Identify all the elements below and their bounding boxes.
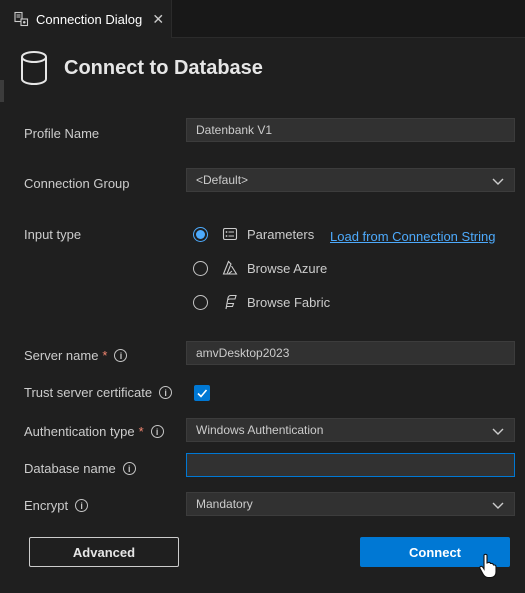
server-name-label: Server name * i xyxy=(24,348,128,363)
radio-option-parameters[interactable]: Parameters xyxy=(193,226,314,242)
encrypt-label: Encrypt i xyxy=(24,498,89,513)
encrypt-label-text: Encrypt xyxy=(24,498,69,513)
info-icon[interactable]: i xyxy=(75,499,89,512)
parameters-icon xyxy=(222,226,238,242)
database-icon xyxy=(21,51,47,85)
server-name-label-text: Server name xyxy=(24,348,99,363)
dialog-header: Connect to Database xyxy=(18,50,263,86)
profile-name-label: Profile Name xyxy=(24,126,99,141)
editor-tab-bar: Connection Dialog ✕ xyxy=(0,0,525,38)
info-icon[interactable]: i xyxy=(150,425,164,438)
connection-group-select[interactable]: <Default> xyxy=(186,168,515,192)
left-gutter xyxy=(0,38,4,593)
database-name-input[interactable] xyxy=(186,453,515,477)
fabric-icon xyxy=(222,294,238,310)
profile-name-input[interactable]: Datenbank V1 xyxy=(186,118,515,142)
info-icon[interactable]: i xyxy=(122,462,136,475)
info-icon[interactable]: i xyxy=(114,349,128,362)
connection-dialog-icon xyxy=(13,11,29,27)
server-name-value: amvDesktop2023 xyxy=(196,346,290,360)
close-icon[interactable]: ✕ xyxy=(150,11,166,28)
radio-button-browse-azure[interactable] xyxy=(193,260,208,276)
authentication-type-value: Windows Authentication xyxy=(196,423,324,437)
chevron-down-icon xyxy=(492,502,504,509)
hand-cursor-icon xyxy=(479,553,497,579)
input-type-label: Input type xyxy=(24,227,81,242)
connection-group-value: <Default> xyxy=(196,173,249,187)
radio-button-parameters[interactable] xyxy=(193,226,208,242)
connection-group-label: Connection Group xyxy=(24,176,130,191)
input-type-label-text: Input type xyxy=(24,227,82,242)
trust-server-certificate-label-text: Trust server certificate xyxy=(24,385,153,400)
radio-label-browse-fabric: Browse Fabric xyxy=(247,294,331,310)
chevron-down-icon xyxy=(492,428,504,435)
server-name-input[interactable]: amvDesktop2023 xyxy=(186,341,515,365)
page-title: Connect to Database xyxy=(64,56,263,79)
profile-name-label-text: Profile Name xyxy=(24,126,100,141)
encrypt-select[interactable]: Mandatory xyxy=(186,492,515,516)
gutter-marker xyxy=(0,80,4,102)
authentication-type-label: Authentication type * i xyxy=(24,424,164,439)
authentication-type-label-text: Authentication type xyxy=(24,424,135,439)
tab-title: Connection Dialog xyxy=(36,11,143,27)
advanced-button[interactable]: Advanced xyxy=(29,537,179,567)
trust-server-certificate-label: Trust server certificate i xyxy=(24,385,173,400)
load-from-connection-string-link[interactable]: Load from Connection String xyxy=(330,229,495,244)
database-name-label-text: Database name xyxy=(24,461,116,476)
azure-icon xyxy=(222,260,238,276)
chevron-down-icon xyxy=(492,178,504,185)
tab-connection-dialog[interactable]: Connection Dialog ✕ xyxy=(0,0,172,38)
radio-option-browse-azure[interactable]: Browse Azure xyxy=(193,260,327,276)
radio-option-browse-fabric[interactable]: Browse Fabric xyxy=(193,294,330,310)
required-asterisk: * xyxy=(138,424,144,439)
checkmark-icon xyxy=(197,389,208,398)
connection-group-label-text: Connection Group xyxy=(24,176,130,191)
encrypt-value: Mandatory xyxy=(196,497,253,511)
profile-name-value: Datenbank V1 xyxy=(196,123,273,137)
radio-label-browse-azure: Browse Azure xyxy=(247,260,328,276)
required-asterisk: * xyxy=(102,348,108,363)
info-icon[interactable]: i xyxy=(159,386,173,399)
trust-server-certificate-checkbox[interactable] xyxy=(194,385,210,401)
radio-label-parameters: Parameters xyxy=(247,226,315,242)
radio-button-browse-fabric[interactable] xyxy=(193,294,208,310)
database-name-label: Database name i xyxy=(24,461,136,476)
authentication-type-select[interactable]: Windows Authentication xyxy=(186,418,515,442)
